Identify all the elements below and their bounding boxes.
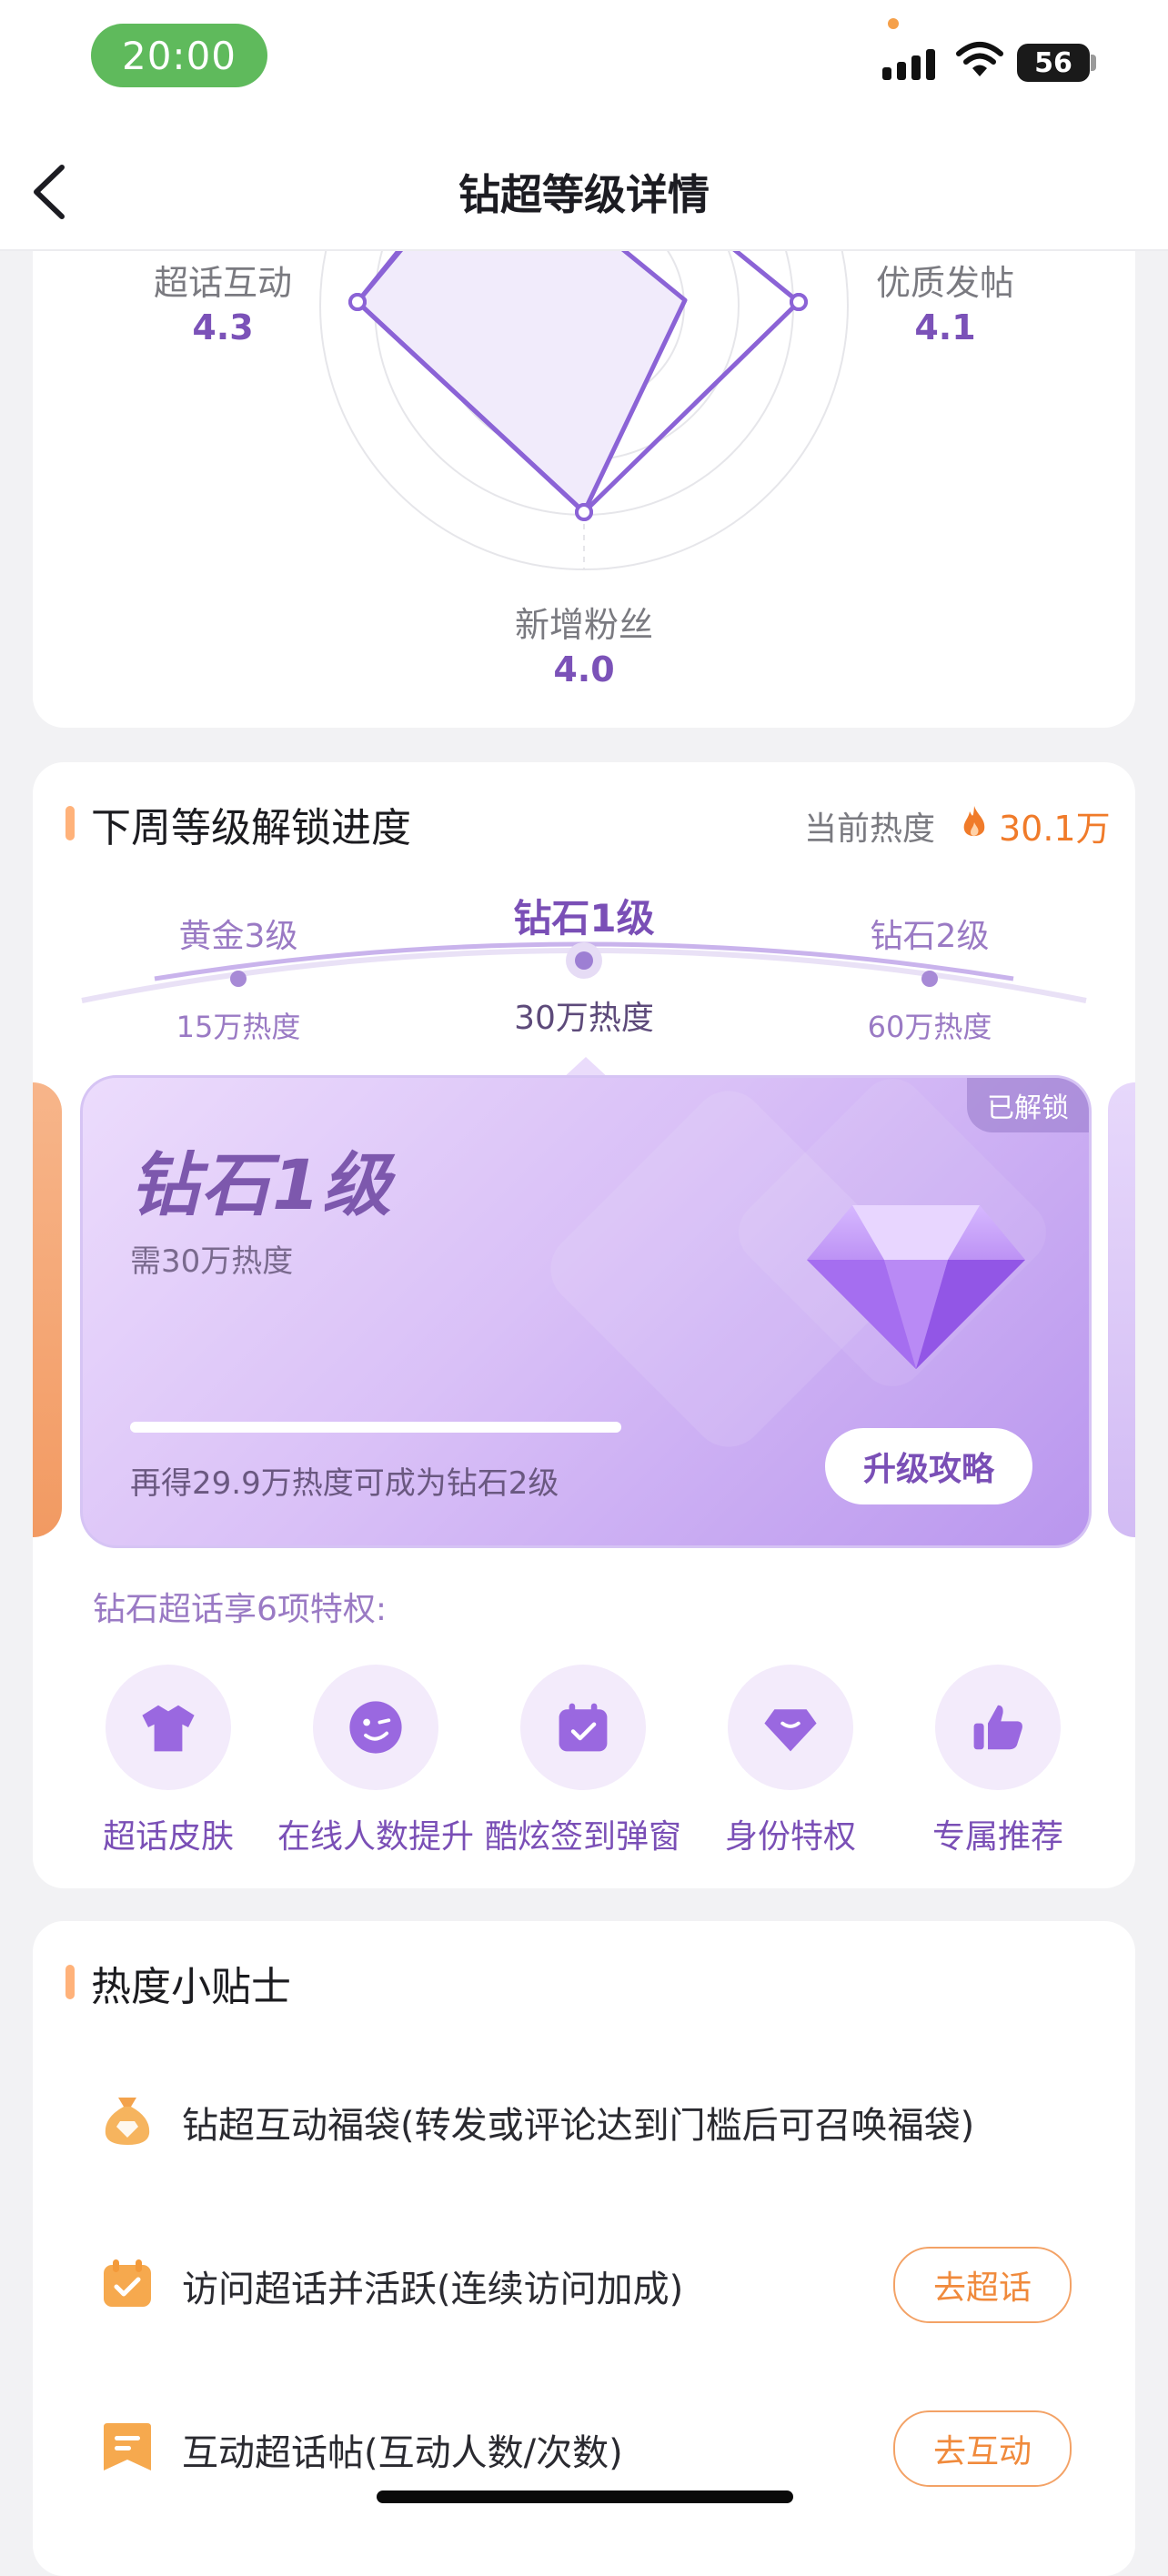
tier-gold-3-heat: 15万热度 bbox=[176, 1010, 301, 1044]
tip-interact-text: 互动超话帖(互动人数/次数) bbox=[182, 2432, 623, 2474]
battery-icon: 56 bbox=[1017, 44, 1090, 82]
radar-axis-value-fans: 4.0 bbox=[553, 649, 615, 689]
tier-diamond-1-heat: 30万热度 bbox=[514, 1000, 654, 1037]
perk-online-boost-button[interactable] bbox=[313, 1665, 438, 1790]
tip-lucky-bag-text: 钻超互动福袋(转发或评论达到门槛后可召唤福袋) bbox=[182, 2105, 975, 2147]
upgrade-guide-button[interactable]: 升级攻略 bbox=[825, 1428, 1032, 1504]
tips-section-title: 热度小贴士 bbox=[91, 1964, 291, 2010]
perk-checkin-popup-label: 酷炫签到弹窗 bbox=[484, 1818, 681, 1856]
radar-point-fans bbox=[575, 503, 593, 521]
radar-axis-label-fans: 新增粉丝 bbox=[514, 605, 653, 645]
tier-diamond-2-heat: 60万热度 bbox=[867, 1010, 992, 1044]
flame-icon bbox=[963, 806, 985, 837]
radar-axis-label-interaction: 超话互动 bbox=[153, 263, 292, 303]
home-indicator[interactable] bbox=[377, 2490, 793, 2503]
perk-identity-label: 身份特权 bbox=[724, 1818, 856, 1856]
current-heat-value: 30.1万 bbox=[999, 809, 1111, 849]
wifi-icon bbox=[956, 42, 1003, 76]
perk-recommend-button[interactable] bbox=[935, 1665, 1061, 1790]
level-card-diamond-1[interactable]: 已解锁 钻石1级 需30万热度 再得29.9万热度可成为钻石2级 升级攻略 bbox=[80, 1075, 1092, 1548]
perk-recommend-label: 专属推荐 bbox=[931, 1818, 1063, 1856]
thumbs-up-icon bbox=[973, 1705, 1022, 1750]
wink-face-icon bbox=[349, 1701, 402, 1754]
perks-title: 钻石超话享6项特权: bbox=[93, 1591, 388, 1628]
level-progress-bar-track bbox=[130, 1422, 621, 1433]
go-supertopic-button[interactable]: 去超话 bbox=[893, 2247, 1072, 2323]
current-heat-label: 当前热度 bbox=[804, 810, 936, 848]
tip-visit-text: 访问超话并活跃(连续访问加成) bbox=[182, 2269, 684, 2310]
diamond-icon bbox=[764, 1709, 817, 1752]
perk-checkin-popup-button[interactable] bbox=[520, 1665, 646, 1790]
next-level-card-peek[interactable] bbox=[1108, 1082, 1135, 1537]
radar-axis-value-posting: 4.1 bbox=[914, 307, 976, 347]
section-accent-bar bbox=[65, 1965, 75, 1999]
go-interact-button[interactable]: 去互动 bbox=[893, 2410, 1072, 2487]
radar-polygon bbox=[355, 251, 688, 515]
cellular-signal-icon bbox=[882, 44, 939, 80]
level-card-title: 钻石1级 bbox=[130, 1144, 393, 1225]
tier-gold-3-name[interactable]: 黄金3级 bbox=[147, 910, 329, 957]
status-time: 20:00 bbox=[91, 24, 267, 87]
perk-skin-label: 超话皮肤 bbox=[102, 1818, 234, 1856]
unlock-section-title: 下周等级解锁进度 bbox=[91, 805, 411, 851]
tier-diamond-1-name[interactable]: 钻石1级 bbox=[475, 888, 693, 943]
section-accent-bar bbox=[65, 806, 75, 840]
tier-diamond-2-name[interactable]: 钻石2级 bbox=[839, 910, 1021, 957]
bookmark-icon bbox=[104, 2423, 151, 2470]
level-card-requirement: 需30万热度 bbox=[130, 1243, 294, 1280]
perk-skin-button[interactable] bbox=[106, 1665, 231, 1790]
level-progress-bar-fill bbox=[130, 1422, 621, 1433]
radar-axis-label-posting: 优质发帖 bbox=[875, 263, 1014, 303]
diamond-gem-icon bbox=[807, 1205, 1025, 1369]
level-progress-hint: 再得29.9万热度可成为钻石2级 bbox=[130, 1465, 559, 1502]
radar-chart bbox=[319, 251, 849, 570]
page-title: 钻超等级详情 bbox=[458, 170, 710, 219]
lucky-bag-icon bbox=[105, 2098, 150, 2145]
perk-identity-button[interactable] bbox=[728, 1665, 853, 1790]
perk-online-boost-label: 在线人数提升 bbox=[277, 1818, 474, 1856]
radar-point-posting bbox=[790, 293, 808, 311]
calendar-check-icon bbox=[104, 2259, 151, 2307]
tshirt-icon bbox=[142, 1705, 195, 1752]
calendar-check-icon bbox=[559, 1703, 608, 1752]
radar-axis-value-interaction: 4.3 bbox=[192, 307, 254, 347]
radar-point-interaction bbox=[348, 293, 367, 311]
privacy-indicator-dot bbox=[888, 18, 899, 29]
battery-tip bbox=[1091, 55, 1096, 71]
prev-level-card-peek[interactable] bbox=[33, 1082, 62, 1537]
unlocked-badge: 已解锁 bbox=[967, 1078, 1089, 1132]
